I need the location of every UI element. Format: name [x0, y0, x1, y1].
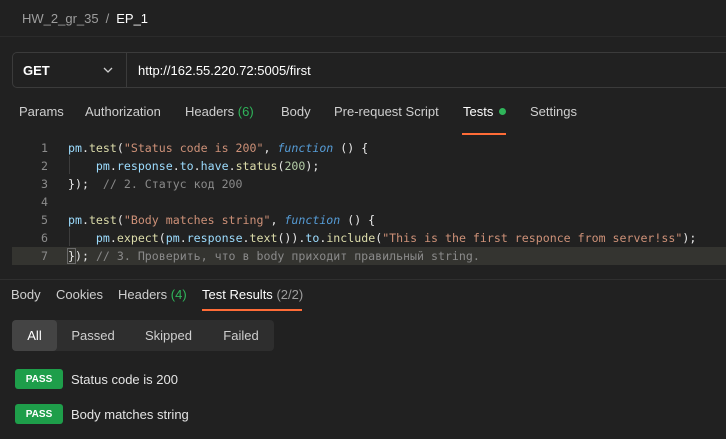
filter-all[interactable]: All	[12, 320, 57, 351]
filter-passed[interactable]: Passed	[57, 320, 129, 351]
tab-headers-label: Headers	[185, 104, 235, 119]
pass-badge: PASS	[15, 369, 63, 389]
tab-tests-label: Tests	[463, 104, 494, 119]
test-results-filter: All Passed Skipped Failed	[12, 320, 274, 351]
top-divider	[0, 36, 726, 37]
tab-settings[interactable]: Settings	[530, 104, 577, 119]
test-result-row: PASS Body matches string	[15, 404, 189, 424]
line-number: 7	[41, 249, 48, 263]
tab-authorization[interactable]: Authorization	[85, 104, 161, 119]
tab-pre-request-script[interactable]: Pre-request Script	[334, 104, 439, 119]
tab-response-headers[interactable]: Headers (4)	[118, 287, 187, 302]
tab-response-headers-count: (4)	[170, 287, 187, 302]
breadcrumb-separator: /	[105, 10, 110, 26]
code-line: 4	[12, 193, 726, 211]
tab-response-body[interactable]: Body	[11, 287, 41, 302]
breadcrumb: HW_2_gr_35 / EP_1	[22, 9, 148, 27]
breadcrumb-request[interactable]: EP_1	[116, 11, 148, 26]
active-tab-underline	[462, 133, 506, 135]
code-line: 6 pm.expect(pm.response.text()).to.inclu…	[12, 229, 726, 247]
code-line: 3 }); // 2. Статус код 200	[12, 175, 726, 193]
pass-badge: PASS	[15, 404, 63, 424]
test-result-row: PASS Status code is 200	[15, 369, 178, 389]
tests-script-editor[interactable]: 1 pm.test("Status code is 200", function…	[12, 138, 726, 270]
line-number: 5	[41, 213, 48, 227]
test-result-name: Status code is 200	[71, 371, 178, 387]
method-label: GET	[23, 62, 50, 78]
breadcrumb-collection[interactable]: HW_2_gr_35	[22, 11, 99, 26]
code-text: }); // 2. Статус код 200	[68, 177, 243, 191]
filter-failed[interactable]: Failed	[208, 320, 274, 351]
line-number: 3	[41, 177, 48, 191]
code-line: 1 pm.test("Status code is 200", function…	[12, 139, 726, 157]
code-text: pm.response.to.have.status(200);	[95, 159, 320, 173]
tests-indicator-dot	[499, 108, 507, 115]
test-result-name: Body matches string	[71, 406, 189, 422]
tab-body[interactable]: Body	[281, 104, 311, 119]
tab-tests[interactable]: Tests	[463, 104, 507, 119]
tab-response-headers-label: Headers	[118, 287, 168, 302]
tab-test-results-count: (2/2)	[276, 287, 304, 302]
tab-params[interactable]: Params	[19, 104, 64, 119]
line-number: 4	[41, 195, 48, 209]
tab-test-results-label: Test Results	[202, 287, 273, 302]
code-text: }); // 3. Проверить, что в body приходит…	[67, 248, 480, 264]
method-select[interactable]: GET	[13, 53, 127, 87]
tab-cookies[interactable]: Cookies	[56, 287, 103, 302]
url-input[interactable]	[127, 53, 726, 87]
tab-headers[interactable]: Headers (6)	[185, 104, 254, 119]
code-line-current: 7 }); // 3. Проверить, что в body приход…	[12, 247, 726, 265]
panel-divider[interactable]	[0, 279, 726, 280]
filter-skipped[interactable]: Skipped	[129, 320, 208, 351]
chevron-down-icon	[102, 64, 114, 76]
line-number: 6	[41, 231, 48, 245]
code-text: pm.expect(pm.response.text()).to.include…	[95, 231, 697, 245]
tab-test-results[interactable]: Test Results (2/2)	[202, 287, 303, 302]
code-line: 5 pm.test("Body matches string", functio…	[12, 211, 726, 229]
line-number: 2	[41, 159, 48, 173]
active-response-tab-underline	[202, 309, 302, 311]
line-number: 1	[41, 141, 48, 155]
url-bar: GET	[12, 52, 726, 88]
tab-headers-count: (6)	[237, 104, 254, 119]
code-line: 2 pm.response.to.have.status(200);	[12, 157, 726, 175]
code-text: pm.test("Body matches string", function …	[68, 213, 376, 227]
code-text: pm.test("Status code is 200", function (…	[68, 141, 369, 155]
